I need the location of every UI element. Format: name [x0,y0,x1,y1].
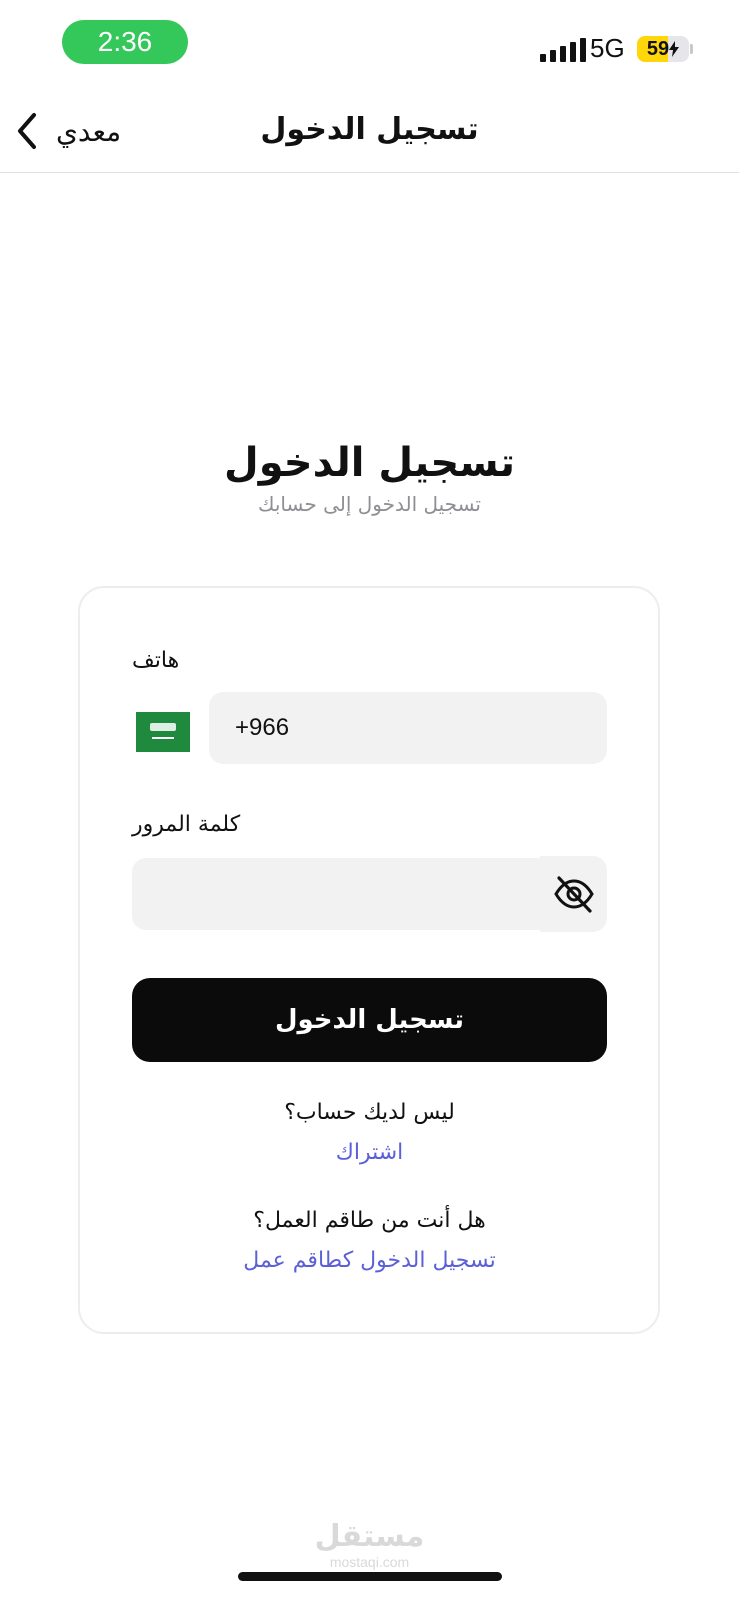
signal-icon [540,38,586,62]
team-question-text: هل أنت من طاقم العمل؟ [253,1208,486,1233]
watermark-arabic: مستقل [314,1519,425,1554]
saudi-arabia-flag-icon[interactable] [136,712,190,752]
nav-title: تسجيل الدخول [260,112,479,147]
team-login-link[interactable]: تسجيل الدخول كطاقم عمل [0,1248,739,1273]
charging-bolt-icon [669,41,680,57]
page-title: تسجيل الدخول [224,440,515,486]
eye-off-icon [553,876,594,913]
battery-tip [690,44,693,54]
status-time: 2:36 [62,20,188,64]
no-account-text: ليس لديك حساب؟ [284,1100,455,1125]
password-visibility-toggle[interactable] [540,856,607,932]
login-button[interactable]: تسجيل الدخول [132,978,607,1062]
watermark-logo: مستقل mostaqi.com [0,1519,739,1571]
network-type: 5G [590,33,625,63]
phone-label: هاتف [132,648,180,673]
password-label: كلمة المرور [132,812,241,837]
battery-icon: 59 [637,36,689,62]
battery-percent: 59 [646,37,670,60]
nav-bar: معدي تسجيل الدخول [0,90,739,173]
phone-input[interactable] [209,692,607,764]
status-bar: 2:36 5G 59 [0,0,739,90]
signup-link[interactable]: اشتراك [0,1140,739,1165]
home-indicator[interactable] [238,1572,502,1581]
watermark-latin: mostaqi.com [329,1554,410,1570]
password-input[interactable] [132,858,542,930]
page-subtitle: تسجيل الدخول إلى حسابك [258,492,481,516]
